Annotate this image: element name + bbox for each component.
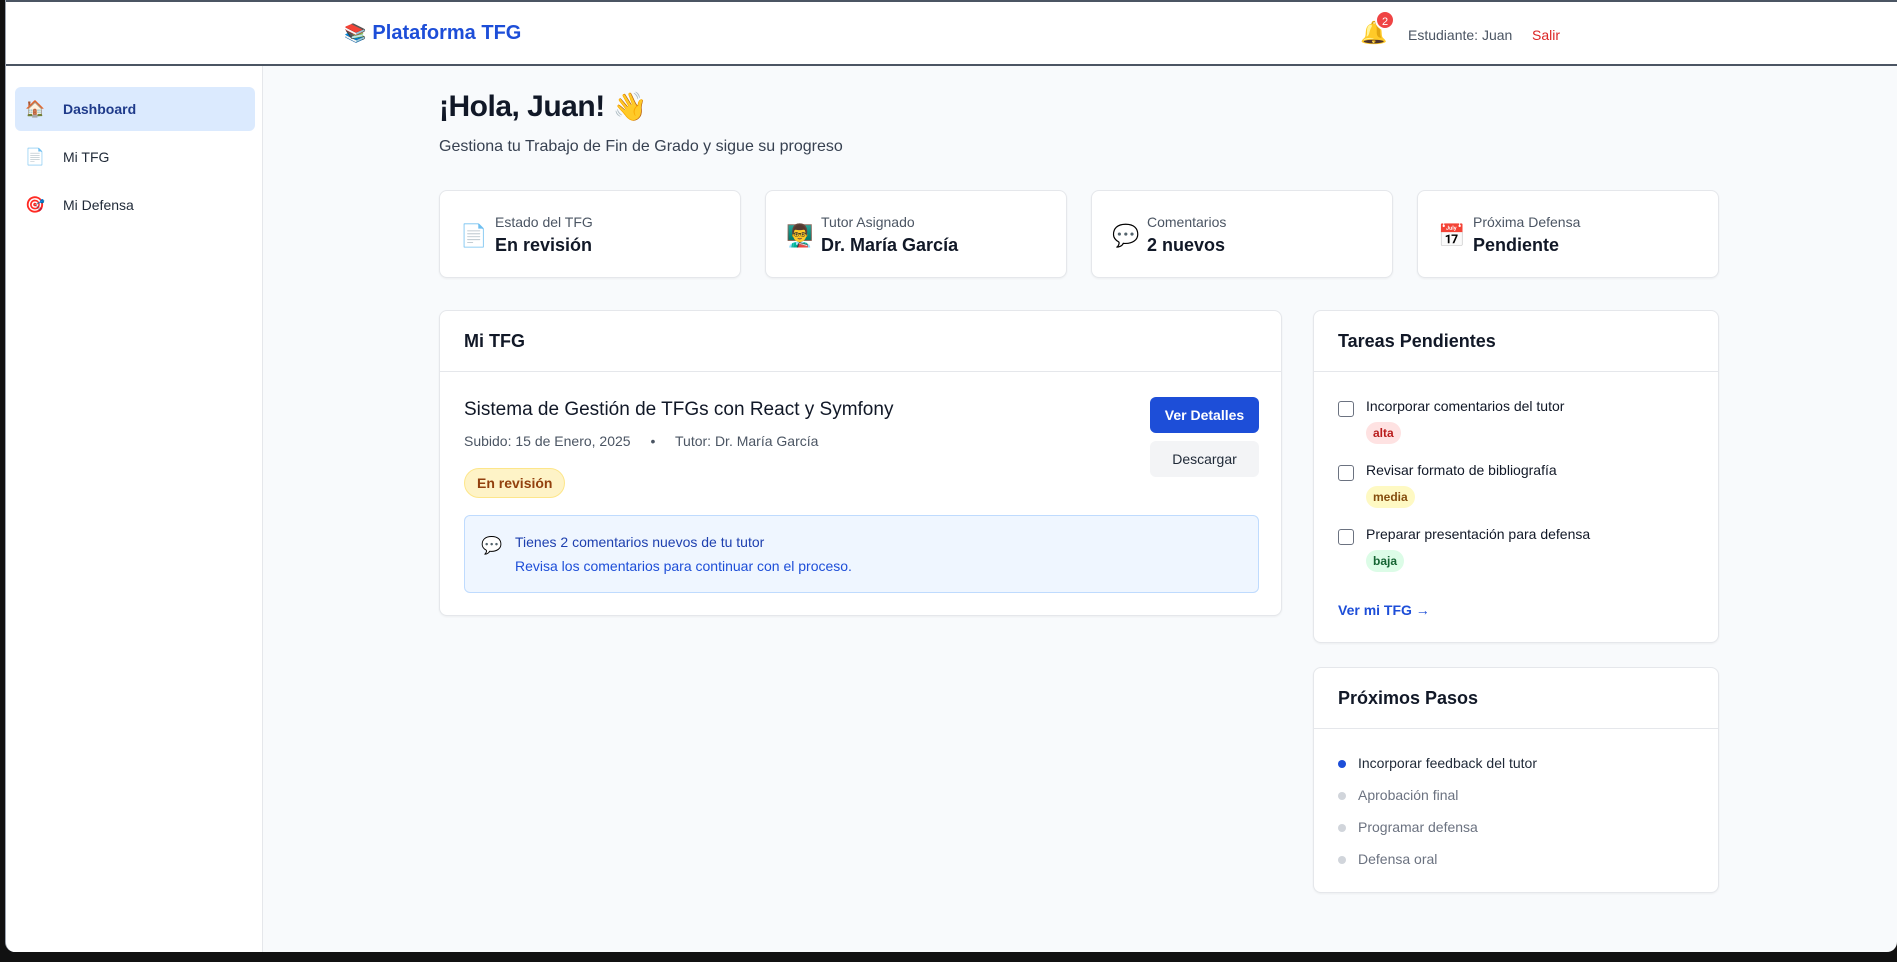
teacher-icon: 👨‍🏫 <box>786 223 814 248</box>
step-label: Aprobación final <box>1358 787 1459 803</box>
stat-label: Tutor Asignado <box>821 214 915 230</box>
priority-badge: alta <box>1366 422 1401 444</box>
wave-icon: 👋 <box>612 91 648 122</box>
page-subtitle: Gestiona tu Trabajo de Fin de Grado y si… <box>439 138 843 155</box>
stat-label: Próxima Defensa <box>1473 214 1581 230</box>
stat-label: Estado del TFG <box>495 214 593 230</box>
stat-card-comentarios: 💬 Comentarios 2 nuevos <box>1091 190 1393 278</box>
speech-bubble-icon: 💬 <box>481 536 503 555</box>
speech-bubble-icon: 💬 <box>1112 223 1140 248</box>
upload-date: Subido: 15 de Enero, 2025 <box>464 433 631 449</box>
task-label: Preparar presentación para defensa <box>1366 526 1591 542</box>
stat-value: En revisión <box>495 235 593 255</box>
step-label: Programar defensa <box>1358 819 1478 835</box>
stat-card-estado: 📄 Estado del TFG En revisión <box>439 190 741 278</box>
document-icon: 📄 <box>25 149 45 166</box>
step-bullet <box>1338 856 1346 864</box>
task-label: Incorporar comentarios del tutor <box>1366 398 1565 414</box>
stat-card-tutor: 👨‍🏫 Tutor Asignado Dr. María García <box>765 190 1067 278</box>
notice-body: Revisa los comentarios para continuar co… <box>515 558 852 574</box>
tfg-card: Mi TFG Sistema de Gestión de TFGs con Re… <box>439 310 1282 616</box>
task-label: Revisar formato de bibliografía <box>1366 462 1557 478</box>
calendar-icon: 📅 <box>1438 223 1466 248</box>
stat-value: Pendiente <box>1473 235 1560 255</box>
page-title: ¡Hola, Juan! 👋 <box>439 90 647 124</box>
view-tfg-link[interactable]: Ver mi TFG → <box>1338 602 1430 618</box>
brand-name: Plataforma TFG <box>372 22 522 44</box>
comments-notice: 💬 Tienes 2 comentarios nuevos de tu tuto… <box>464 515 1259 593</box>
next-steps-card: Próximos Pasos Incorporar feedback del t… <box>1313 667 1719 893</box>
step-label: Incorporar feedback del tutor <box>1358 755 1537 771</box>
tfg-title: Sistema de Gestión de TFGs con React y S… <box>464 399 894 420</box>
notification-badge: 2 <box>1375 10 1395 30</box>
sidebar-item-label: Dashboard <box>63 101 137 117</box>
view-details-button[interactable]: Ver Detalles <box>1150 397 1259 433</box>
top-bar: 📚 Plataforma TFG 🔔 2 Estudiante: Juan Sa… <box>6 0 1897 66</box>
card-heading: Tareas Pendientes <box>1314 311 1718 372</box>
books-icon: 📚 <box>344 23 367 43</box>
sidebar-item-mi-tfg[interactable]: 📄 Mi TFG <box>15 135 255 179</box>
task-checkbox[interactable] <box>1338 529 1354 545</box>
sidebar-item-label: Mi TFG <box>63 149 110 165</box>
home-icon: 🏠 <box>25 101 45 118</box>
user-label: Estudiante: Juan <box>1408 27 1513 43</box>
card-heading: Mi TFG <box>440 311 1281 372</box>
sidebar-item-mi-defensa[interactable]: 🎯 Mi Defensa <box>15 183 255 227</box>
document-icon: 📄 <box>460 223 488 248</box>
logout-link[interactable]: Salir <box>1532 27 1560 43</box>
stat-value: 2 nuevos <box>1147 235 1226 255</box>
priority-badge: baja <box>1366 550 1405 572</box>
brand[interactable]: 📚 Plataforma TFG <box>344 22 521 45</box>
app-window: 📚 Plataforma TFG 🔔 2 Estudiante: Juan Sa… <box>5 0 1897 952</box>
greeting-text: ¡Hola, Juan! <box>439 90 605 123</box>
tfg-meta: Subido: 15 de Enero, 2025 • Tutor: Dr. M… <box>464 433 818 449</box>
step-bullet <box>1338 760 1346 768</box>
task-checkbox[interactable] <box>1338 465 1354 481</box>
tasks-card: Tareas Pendientes Incorporar comentarios… <box>1313 310 1719 643</box>
download-button[interactable]: Descargar <box>1150 441 1259 477</box>
sidebar: 🏠 Dashboard 📄 Mi TFG 🎯 Mi Defensa <box>6 66 263 952</box>
priority-badge: media <box>1366 486 1415 508</box>
status-badge: En revisión <box>464 468 566 498</box>
target-icon: 🎯 <box>25 197 45 214</box>
task-checkbox[interactable] <box>1338 401 1354 417</box>
step-bullet <box>1338 824 1346 832</box>
card-heading: Próximos Pasos <box>1314 668 1718 729</box>
stat-value: Dr. María García <box>821 235 959 255</box>
stat-card-defensa: 📅 Próxima Defensa Pendiente <box>1417 190 1719 278</box>
tutor-name: Tutor: Dr. María García <box>675 433 819 449</box>
meta-separator: • <box>650 433 656 449</box>
step-bullet <box>1338 792 1346 800</box>
stat-label: Comentarios <box>1147 214 1227 230</box>
sidebar-item-dashboard[interactable]: 🏠 Dashboard <box>15 87 255 131</box>
notice-title: Tienes 2 comentarios nuevos de tu tutor <box>515 534 765 550</box>
step-label: Defensa oral <box>1358 851 1438 867</box>
sidebar-item-label: Mi Defensa <box>63 197 134 213</box>
